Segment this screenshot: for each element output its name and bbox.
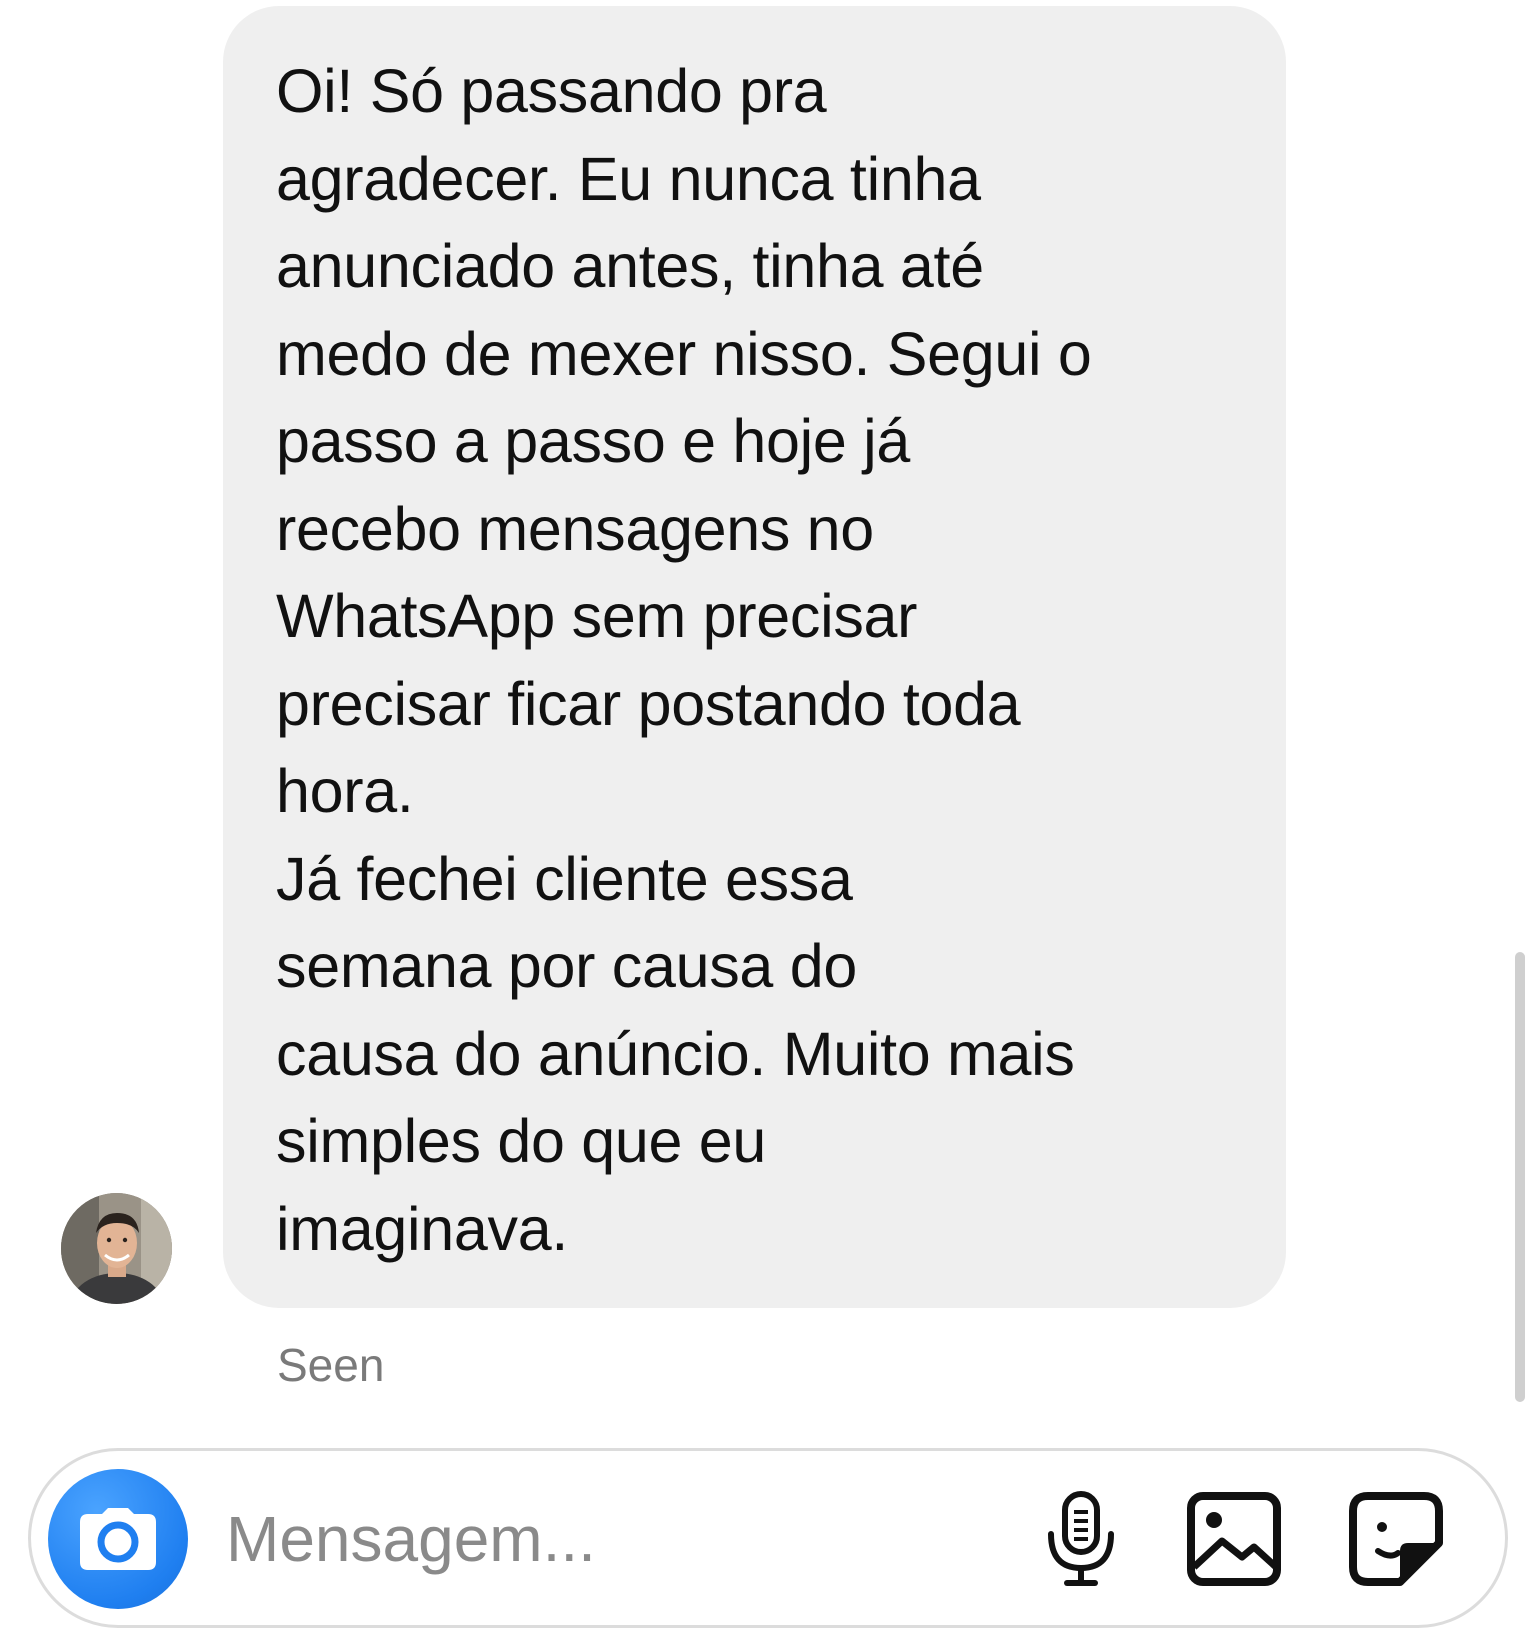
sticker-icon: [1349, 1492, 1443, 1586]
scrollbar[interactable]: [1515, 952, 1525, 1402]
message-text: Oi! Só passando pra agradecer. Eu nunca …: [276, 57, 1092, 1263]
image-icon: [1187, 1492, 1281, 1586]
chat-area: Oi! Só passando pra agradecer. Eu nunca …: [0, 0, 1536, 1440]
gallery-button[interactable]: [1184, 1489, 1284, 1589]
seen-status: Seen: [277, 1339, 385, 1391]
microphone-icon: [1048, 1491, 1114, 1586]
message-composer: [28, 1448, 1508, 1628]
voice-message-button[interactable]: [1031, 1489, 1131, 1589]
sticker-button[interactable]: [1346, 1489, 1446, 1589]
avatar-photo: [61, 1193, 172, 1304]
contact-avatar[interactable]: [61, 1193, 172, 1304]
camera-icon: [80, 1508, 156, 1570]
camera-button[interactable]: [48, 1469, 188, 1609]
received-message-bubble[interactable]: Oi! Só passando pra agradecer. Eu nunca …: [223, 6, 1286, 1308]
message-input[interactable]: [226, 1489, 926, 1589]
